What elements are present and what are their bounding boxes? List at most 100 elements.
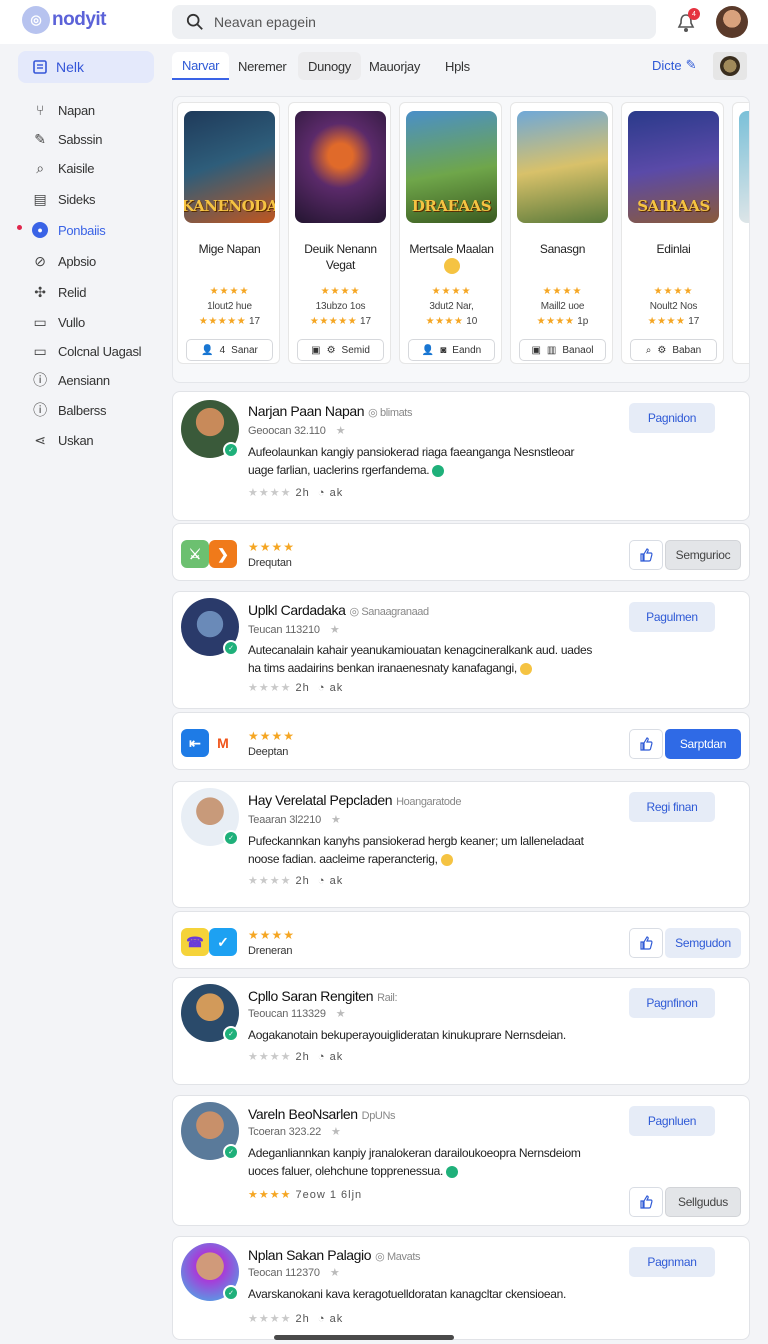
sidebar-item-vullo[interactable]: ▭ Vullo (32, 313, 86, 330)
share-icon: ⋖ (34, 431, 46, 448)
brush-icon: ✎ (34, 130, 46, 147)
sidebar-item-aensiann[interactable]: ⓘ Aensiann (32, 372, 110, 388)
reviewer-avatar[interactable]: ✓ (181, 598, 239, 656)
edit-link[interactable]: Dicte ✎ (652, 57, 697, 73)
reply-button[interactable]: Pagnluen (629, 1106, 715, 1136)
game-action-button[interactable]: ▣ ⚙ Semid (297, 339, 384, 361)
review-text: Pufeckannkan kanyhs pansiokerad hergb ke… (248, 834, 584, 866)
game-action-button[interactable]: ⌕ ⚙ Baban (630, 339, 717, 361)
play-app-icon[interactable]: ❯ (209, 540, 237, 568)
grid-icon: ▣ (531, 344, 541, 356)
like-button[interactable] (629, 928, 663, 958)
game-action-label: Eandn (452, 344, 482, 356)
emoji-icon (432, 464, 445, 477)
grid-icon: ▣ (311, 344, 321, 356)
reply-button[interactable]: Pagnman (629, 1247, 715, 1277)
sidebar-item-colcnal[interactable]: ▭ Colcnal Uagasl (32, 343, 142, 359)
sidebar-item-label: Aensiann (58, 372, 110, 388)
like-button[interactable] (629, 540, 663, 570)
reply-button[interactable]: Pagnidon (629, 403, 715, 433)
sidebar-item-sabssin[interactable]: ✎ Sabssin (32, 131, 102, 147)
game-card[interactable]: KANENODA Mige Napan ★★★★ 1lout2 hue ★★★★… (177, 102, 280, 364)
sidebar-item-balberss[interactable]: ⓘ Balberss (32, 402, 106, 418)
tab-hpls[interactable]: Hpls (435, 52, 480, 80)
thumbs-up-icon (640, 548, 653, 562)
game-card[interactable]: DRAEAAS Mertsale Maalan ★★★★ 3dut2 Nar, … (399, 102, 502, 364)
arrow-app-icon[interactable]: ⇤ (181, 729, 209, 757)
app-logo[interactable]: ◎ nodyit (22, 6, 107, 34)
game-card[interactable]: Deuik Nenann Vegat ★★★★ 13ubzo 1os ★★★★★ … (288, 102, 391, 364)
search-input[interactable] (214, 14, 614, 30)
game-meta-rating: ★★★★ 1p (536, 316, 589, 327)
follow-button[interactable]: Semgudon (665, 928, 741, 958)
sidebar-item-apbsio[interactable]: ⊘ Apbsio (32, 253, 96, 269)
search-icon (186, 13, 203, 30)
sidebar-item-label: Kaisile (58, 160, 95, 176)
game-carousel[interactable]: KANENODA Mige Napan ★★★★ 1lout2 hue ★★★★… (172, 96, 750, 383)
reviewer-avatar[interactable]: ✓ (181, 1102, 239, 1160)
game-meta-rating: ★★★★★ 17 (309, 316, 372, 327)
tab-avatar-thumb[interactable] (713, 52, 747, 80)
review-date: Tcoeran 323.22 ★ (248, 1126, 341, 1138)
gear-icon: ⚙ (326, 344, 336, 356)
user-avatar[interactable] (716, 6, 748, 38)
review-date: Geoocan 32.110 ★ (248, 425, 346, 437)
follow-button[interactable]: Semgurioc (665, 540, 741, 570)
m-app-icon[interactable]: M (209, 729, 237, 757)
review-card: ✓ Narjan Paan Napan ◎ blimats Geoocan 32.… (172, 391, 750, 521)
follow-button[interactable]: Sarptdan (665, 729, 741, 759)
review-text: Adeganliannkan kanpiy jranalokeran darai… (248, 1146, 581, 1178)
verified-icon: ✓ (223, 1285, 239, 1301)
follow-button[interactable]: Sellgudus (665, 1187, 741, 1217)
game-card-partial[interactable] (732, 102, 749, 364)
game-card[interactable]: SAIRAAS Edinlai ★★★★ Noult2 Nos ★★★★ 17 … (621, 102, 724, 364)
game-app-icon[interactable]: ⚔ (181, 540, 209, 568)
sidebar-item-ponbaiis[interactable]: ● Ponbaiis (32, 222, 106, 238)
sidebar-item-relid[interactable]: ✣ Relid (32, 284, 86, 300)
review-footer: ★★★★ 2h ◔ ak (248, 875, 344, 887)
sidebar-item-sideks[interactable]: ▤ Sideks (32, 191, 96, 207)
game-card[interactable]: Sanasgn ★★★★ Maill2 uoe ★★★★ 1p ▣ ▥ Banaol (510, 102, 613, 364)
review-footer: ★★★★ 2h ◔ ak (248, 487, 344, 499)
game-rating-stars: ★★★★ (653, 286, 694, 297)
game-name: Edinlai (656, 242, 691, 256)
reply-button[interactable]: Regi finan (629, 792, 715, 822)
sidebar-item-label: Colcnal Uagasl (58, 343, 142, 359)
game-action-label: Banaol (562, 344, 594, 356)
search-bar[interactable] (172, 5, 656, 39)
review-footer: ★★★★ 2h ◔ ak (248, 682, 344, 694)
review-footer: ★★★★ 7eow 1 6ljn (248, 1189, 363, 1201)
sidebar-item-napan[interactable]: ⑂ Napan (32, 102, 95, 118)
game-action-button[interactable]: 👤 4 Sanar (186, 339, 273, 361)
review-card: ✓ Cpllo Saran Rengiten Rail: Teoucan 1133… (172, 977, 750, 1085)
reply-button[interactable]: Pagnfinon (629, 988, 715, 1018)
wallet-icon: ▭ (33, 313, 47, 330)
like-button[interactable] (629, 729, 663, 759)
reviewer-avatar[interactable]: ✓ (181, 788, 239, 846)
sidebar-item-kaisile[interactable]: ⌕ Kaisile (32, 160, 94, 176)
verified-icon: ✓ (223, 640, 239, 656)
sidebar-item-uskan[interactable]: ⋖ Uskan (32, 432, 93, 448)
tab-neremer[interactable]: Neremer (228, 52, 296, 80)
reviewer-avatar[interactable]: ✓ (181, 984, 239, 1042)
reply-button[interactable]: Pagulmen (629, 602, 715, 632)
tab-mauorjay[interactable]: Mauorjay (359, 52, 430, 80)
columns-icon: ▥ (546, 344, 557, 356)
twitter-app-icon[interactable]: ✓ (209, 928, 237, 956)
sidebar-item-label: Ponbaiis (58, 222, 106, 238)
game-action-count: 4 (219, 344, 226, 356)
tab-dunogy[interactable]: Dunogy (298, 52, 362, 80)
reviewer-avatar[interactable]: ✓ (181, 400, 239, 458)
sidebar-item-home[interactable]: Nelk (18, 51, 154, 83)
game-action-label: Baban (672, 344, 702, 356)
game-action-button[interactable]: ▣ ▥ Banaol (519, 339, 606, 361)
reviewer-avatar[interactable]: ✓ (181, 1243, 239, 1301)
active-marker-dot (17, 225, 22, 230)
viber-app-icon[interactable]: ☎ (181, 928, 209, 956)
review-card: ✓ Hay Verelatal Pepcladen Hoangaratode Te… (172, 781, 750, 908)
sidebar-item-label: Relid (58, 284, 87, 300)
tab-narvar[interactable]: Narvar (172, 52, 230, 80)
like-button[interactable] (629, 1187, 663, 1217)
game-action-button[interactable]: 👤 ◙ Eandn (408, 339, 495, 361)
review-footer: ★★★★ 2h ◔ ak (248, 1051, 344, 1063)
